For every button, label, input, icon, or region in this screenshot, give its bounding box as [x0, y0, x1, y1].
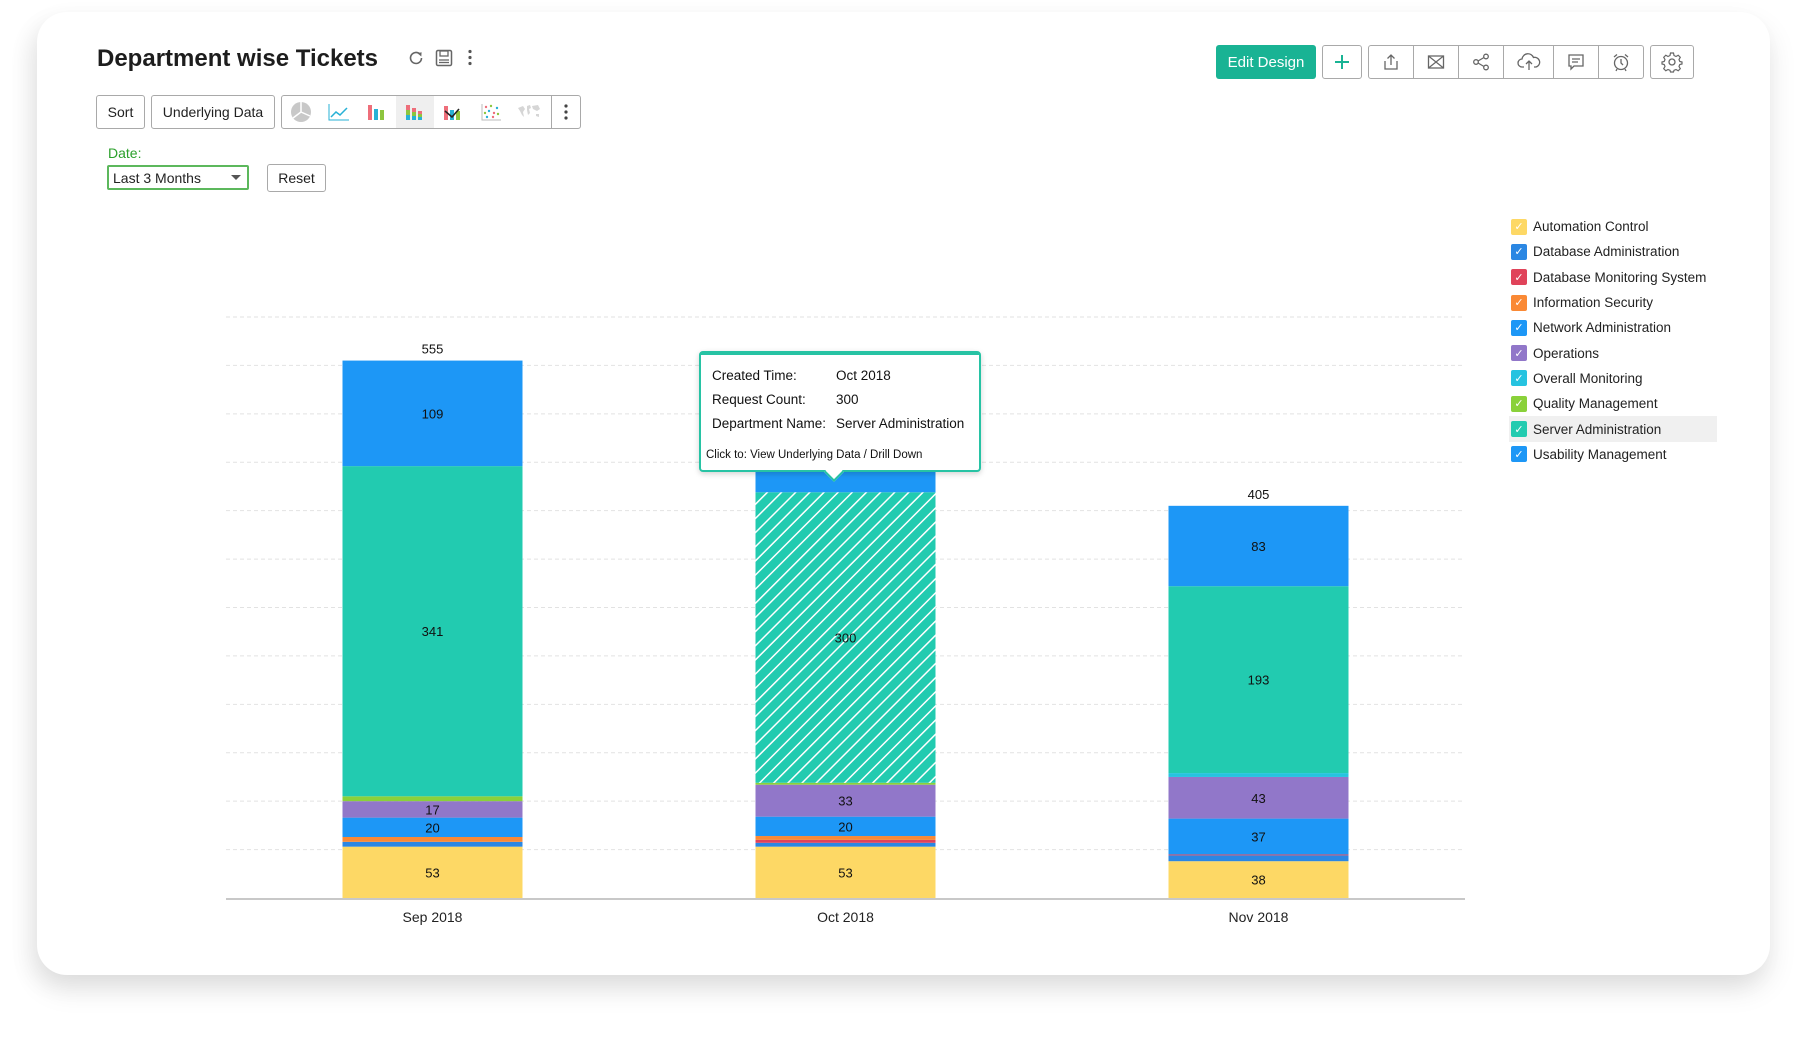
- data-label: 20: [838, 819, 852, 834]
- data-label: 43: [1251, 791, 1265, 806]
- checkbox-checked-icon[interactable]: ✓: [1511, 345, 1527, 362]
- legend-item[interactable]: ✓ Usability Management: [1509, 442, 1717, 467]
- bar-segment[interactable]: [755, 836, 936, 840]
- tooltip-value: Oct 2018: [836, 368, 891, 383]
- tooltip-footer: Click to: View Underlying Data / Drill D…: [706, 449, 923, 461]
- legend-label: Information Security: [1533, 295, 1654, 311]
- checkbox-checked-icon[interactable]: ✓: [1511, 446, 1527, 463]
- x-tick-label: Sep 2018: [403, 909, 463, 925]
- legend-label: Network Administration: [1533, 320, 1672, 336]
- checkbox-checked-icon[interactable]: ✓: [1511, 294, 1527, 311]
- bar-segment[interactable]: [755, 839, 936, 843]
- checkbox-checked-icon[interactable]: ✓: [1511, 218, 1527, 235]
- tooltip-value: 300: [836, 392, 859, 407]
- data-label: 53: [425, 865, 439, 880]
- bar-segment[interactable]: [342, 841, 523, 847]
- data-label: 193: [1248, 673, 1270, 688]
- chart-legend: ✓ Automation Control ✓ Database Administrat…: [1509, 214, 1717, 467]
- tooltip-row-request-count: Request Count: 300: [712, 392, 859, 407]
- chart-tooltip: Created Time: Oct 2018 Request Count: 30…: [699, 351, 981, 482]
- total-label: 405: [1248, 487, 1270, 502]
- checkbox-checked-icon[interactable]: ✓: [1511, 421, 1527, 438]
- data-label: 53: [838, 865, 852, 880]
- stacked-bar-chart: 5320173411095555320333001015203837431938…: [226, 316, 1465, 925]
- legend-item[interactable]: ✓ Quality Management: [1509, 391, 1717, 416]
- legend-label: Automation Control: [1533, 219, 1649, 235]
- data-label: 38: [1251, 873, 1265, 888]
- data-label: 33: [838, 794, 852, 809]
- data-label: 17: [425, 802, 439, 817]
- data-label: 300: [835, 631, 857, 646]
- checkbox-checked-icon[interactable]: ✓: [1511, 319, 1527, 336]
- legend-label: Server Administration: [1533, 421, 1662, 437]
- tooltip-key: Request Count:: [712, 392, 806, 407]
- tooltip-key: Department Name:: [712, 416, 827, 431]
- legend-item[interactable]: ✓ Server Administration: [1509, 416, 1717, 442]
- legend-item[interactable]: ✓ Network Administration: [1509, 315, 1717, 340]
- tooltip-row-department-name: Department Name: Server Administration: [712, 416, 964, 431]
- legend-item[interactable]: ✓ Database Monitoring System: [1509, 265, 1717, 290]
- legend-item[interactable]: ✓ Automation Control: [1509, 214, 1717, 239]
- tooltip-value: Server Administration: [836, 416, 965, 431]
- legend-label: Database Monitoring System: [1533, 269, 1707, 285]
- legend-label: Usability Management: [1533, 446, 1667, 462]
- bar-segment[interactable]: [755, 782, 936, 785]
- legend-label: Quality Management: [1533, 396, 1658, 412]
- legend-item[interactable]: ✓ Information Security: [1509, 290, 1717, 315]
- bar-segment[interactable]: [1168, 773, 1349, 777]
- legend-item[interactable]: ✓ Database Administration: [1509, 239, 1717, 264]
- x-tick-label: Nov 2018: [1229, 909, 1289, 925]
- tooltip-key: Created Time:: [712, 368, 797, 383]
- legend-label: Overall Monitoring: [1533, 370, 1643, 386]
- checkbox-checked-icon[interactable]: ✓: [1511, 395, 1527, 412]
- data-label: 83: [1251, 539, 1265, 554]
- checkbox-checked-icon[interactable]: ✓: [1511, 269, 1527, 286]
- legend-label: Database Administration: [1533, 244, 1680, 260]
- x-tick-label: Oct 2018: [817, 909, 874, 925]
- bar-segment[interactable]: [1168, 855, 1349, 862]
- checkbox-checked-icon[interactable]: ✓: [1511, 243, 1527, 260]
- data-label: 341: [422, 624, 444, 639]
- bar-segment[interactable]: [342, 796, 523, 802]
- bar-segment[interactable]: [755, 842, 936, 847]
- data-label: 109: [422, 406, 444, 421]
- checkbox-checked-icon[interactable]: ✓: [1511, 370, 1527, 387]
- legend-item[interactable]: ✓ Overall Monitoring: [1509, 366, 1717, 391]
- tooltip-row-created-time: Created Time: Oct 2018: [712, 368, 891, 383]
- data-label: 37: [1251, 830, 1265, 845]
- legend-item[interactable]: ✓ Operations: [1509, 340, 1717, 365]
- total-label: 555: [422, 342, 444, 357]
- bar-segment[interactable]: [1168, 854, 1349, 856]
- data-label: 20: [425, 820, 439, 835]
- legend-label: Operations: [1533, 345, 1600, 361]
- bar-segment[interactable]: [342, 836, 523, 842]
